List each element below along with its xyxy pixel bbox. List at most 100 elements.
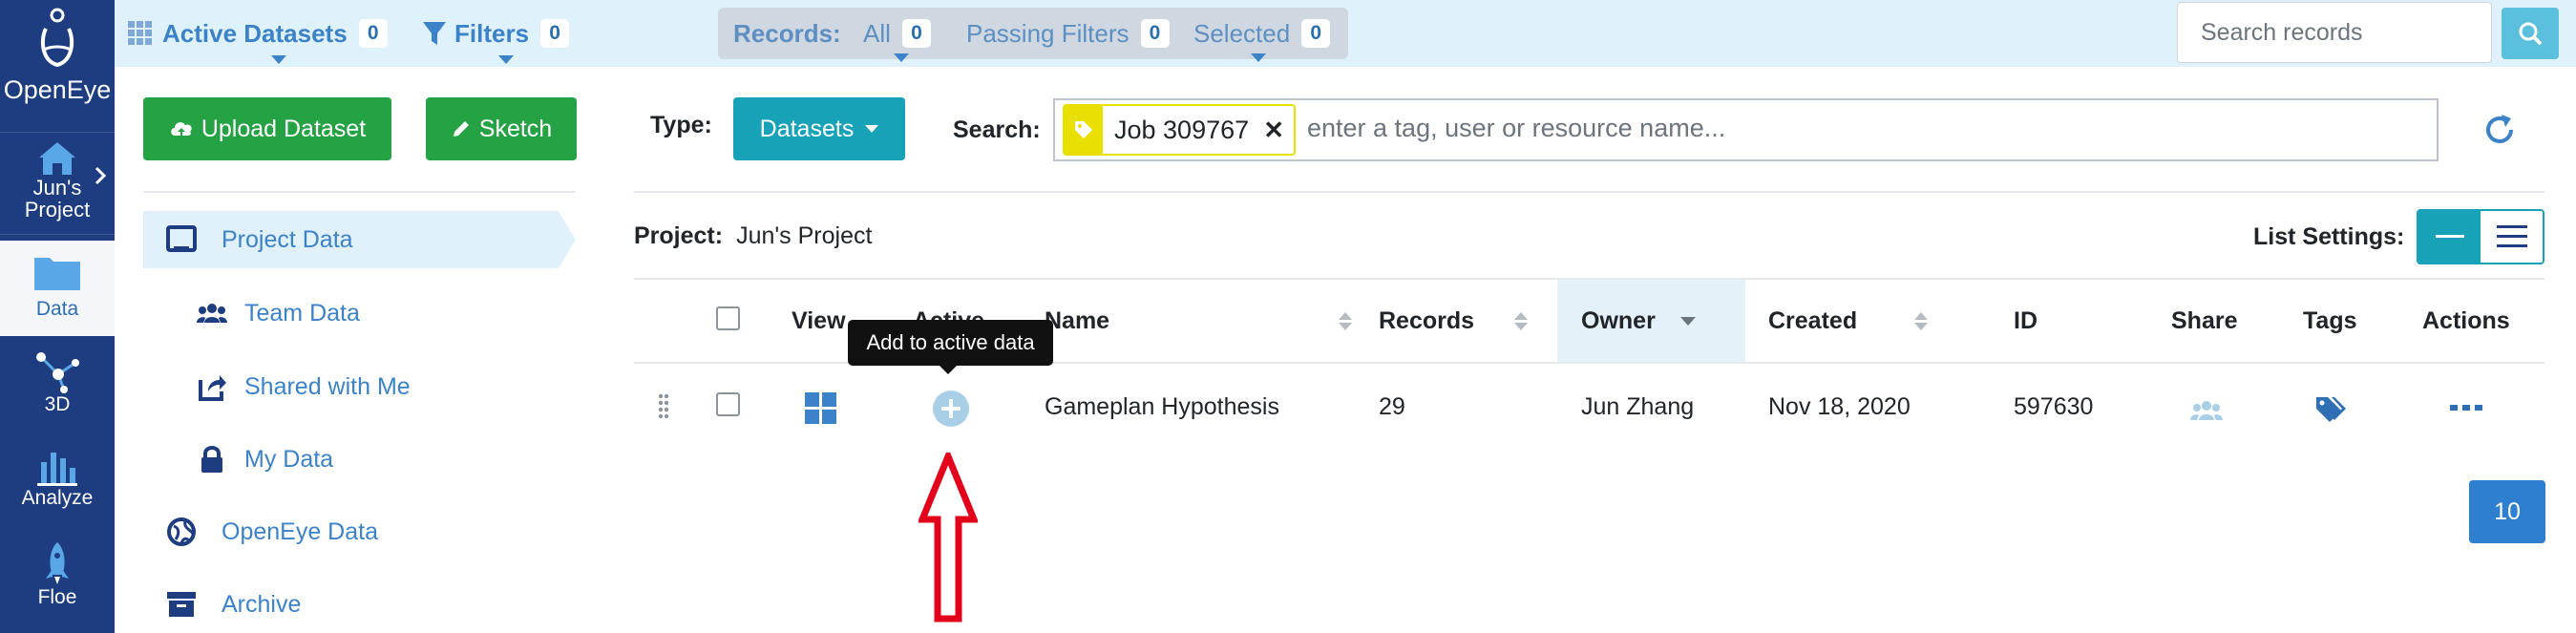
folder-icon <box>34 258 80 290</box>
lock-icon <box>193 440 231 478</box>
caret-down-icon <box>498 55 514 64</box>
team-icon <box>193 294 231 332</box>
search-placeholder: enter a tag, user or resource name... <box>1307 114 1726 142</box>
nav-3d[interactable]: 3D <box>0 342 115 433</box>
search-icon <box>2519 22 2543 46</box>
tags-icon[interactable] <box>2314 395 2347 424</box>
search-records-button[interactable] <box>2502 8 2559 59</box>
globe-icon <box>162 513 201 551</box>
refresh-icon[interactable] <box>2481 111 2519 149</box>
grid-icon <box>128 21 152 45</box>
sidepanel-item-shared-with-me[interactable]: Shared with Me <box>193 358 411 415</box>
pencil-icon <box>453 121 469 137</box>
row-name[interactable]: Gameplan Hypothesis <box>1045 393 1279 421</box>
records-selected-count: 0 <box>1301 19 1331 48</box>
search-input[interactable]: Job 309767 ✕ enter a tag, user or resour… <box>1053 98 2439 161</box>
sidepanel-item-label: My Data <box>244 445 334 473</box>
nav-floe[interactable]: Floe <box>0 535 115 630</box>
tooltip: Add to active data <box>848 320 1053 374</box>
nav-project[interactable]: Jun's Project <box>0 132 115 235</box>
type-value: Datasets <box>759 115 855 142</box>
view-grid-icon[interactable] <box>805 392 837 425</box>
sidepanel-item-label: OpenEye Data <box>222 517 378 545</box>
records-selected-button[interactable]: Selected 0 <box>1193 8 1331 62</box>
column-header-created-label: Created <box>1768 307 1858 334</box>
records-passing-button[interactable]: Passing Filters 0 <box>966 8 1170 59</box>
sidepanel-item-openeye-data[interactable]: OpenEye Data <box>162 503 378 560</box>
caret-down-icon <box>894 53 909 62</box>
active-datasets-count: 0 <box>358 19 388 48</box>
filter-icon <box>423 22 446 45</box>
nav-data[interactable]: Data <box>0 241 115 336</box>
brand-name: OpenEye <box>3 75 112 104</box>
column-header-records[interactable]: Records <box>1379 307 1529 335</box>
column-header-tags: Tags <box>2303 307 2357 334</box>
page-size-button[interactable]: 10 <box>2469 480 2545 543</box>
monitor-icon <box>162 221 201 259</box>
row-created: Nov 18, 2020 <box>1768 393 1911 420</box>
annotation-arrow-up <box>918 453 978 622</box>
type-dropdown[interactable]: Datasets <box>733 97 905 160</box>
column-header-view: View <box>792 307 846 334</box>
records-selected-label: Selected <box>1193 18 1291 48</box>
openeye-logo[interactable]: OpenEye <box>0 8 115 122</box>
sidepanel-item-my-data[interactable]: My Data <box>193 431 333 488</box>
records-group: Records: All 0 Passing Filters 0 Selecte… <box>718 8 1348 62</box>
search-tag-label: Job 309767 <box>1114 115 1250 144</box>
records-label: Records: <box>733 18 841 48</box>
project-label: Project: <box>634 222 724 249</box>
column-header-name[interactable]: Name <box>1045 307 1353 335</box>
list-icon <box>2496 225 2527 247</box>
select-all-checkbox[interactable] <box>716 306 740 330</box>
caret-down-icon <box>271 55 286 64</box>
sidepanel-item-project-data[interactable]: Project Data <box>162 211 353 268</box>
column-header-owner[interactable]: Owner <box>1581 307 1696 335</box>
tag-icon <box>1065 106 1103 154</box>
row-checkbox[interactable] <box>716 392 740 416</box>
records-all-button[interactable]: All 0 <box>863 8 931 62</box>
type-label: Type: <box>650 112 712 138</box>
sort-desc-icon <box>1679 317 1696 326</box>
add-to-active-icon[interactable] <box>932 390 970 428</box>
caret-down-icon <box>865 125 879 133</box>
left-nav: OpenEye Jun's Project Data 3D Analyze Fl… <box>0 0 115 633</box>
records-all-label: All <box>863 18 891 48</box>
list-view-button[interactable] <box>2481 211 2543 263</box>
compact-view-button[interactable] <box>2418 211 2481 263</box>
sidepanel-item-label: Shared with Me <box>244 372 411 400</box>
column-header-share: Share <box>2171 307 2238 334</box>
bar-chart-icon <box>37 453 77 486</box>
sketch-button[interactable]: Sketch <box>426 97 577 160</box>
column-header-actions: Actions <box>2422 307 2510 334</box>
records-all-count: 0 <box>901 19 931 48</box>
archive-icon <box>162 585 201 623</box>
filters-button[interactable]: Filters 0 <box>422 0 570 67</box>
sidepanel-item-label: Project Data <box>222 225 353 253</box>
active-datasets-button[interactable]: Active Datasets 0 <box>128 0 388 67</box>
nav-analyze-label: Analyze <box>21 487 94 509</box>
column-header-created[interactable]: Created <box>1768 307 1929 335</box>
project-info: Project: Jun's Project <box>634 222 872 250</box>
upload-dataset-button[interactable]: Upload Dataset <box>143 97 391 160</box>
row-owner: Jun Zhang <box>1581 393 1695 420</box>
sidepanel-item-archive[interactable]: Archive <box>162 576 301 633</box>
nav-project-label: Jun's Project <box>24 176 91 222</box>
filters-label: Filters <box>454 18 530 48</box>
search-label: Search: <box>953 116 1041 143</box>
minus-icon <box>2435 235 2464 238</box>
upload-dataset-label: Upload Dataset <box>201 115 367 142</box>
more-actions-icon[interactable] <box>2450 403 2482 412</box>
nav-analyze[interactable]: Analyze <box>0 439 115 531</box>
search-records-input[interactable]: Search records <box>2177 2 2492 63</box>
cloud-upload-icon <box>171 122 192 137</box>
drag-handle-icon[interactable] <box>658 393 669 420</box>
sidepanel-item-team-data[interactable]: Team Data <box>193 285 360 342</box>
openeye-logo-icon <box>40 8 74 68</box>
filters-count: 0 <box>540 19 570 48</box>
remove-tag-icon[interactable]: ✕ <box>1263 116 1284 145</box>
column-header-id: ID <box>2014 307 2038 334</box>
share-users-icon[interactable] <box>2190 399 2223 422</box>
sketch-label: Sketch <box>478 115 553 142</box>
project-name: Jun's Project <box>736 222 873 249</box>
top-bar: Active Datasets 0 Filters 0 Records: All… <box>115 0 2576 67</box>
